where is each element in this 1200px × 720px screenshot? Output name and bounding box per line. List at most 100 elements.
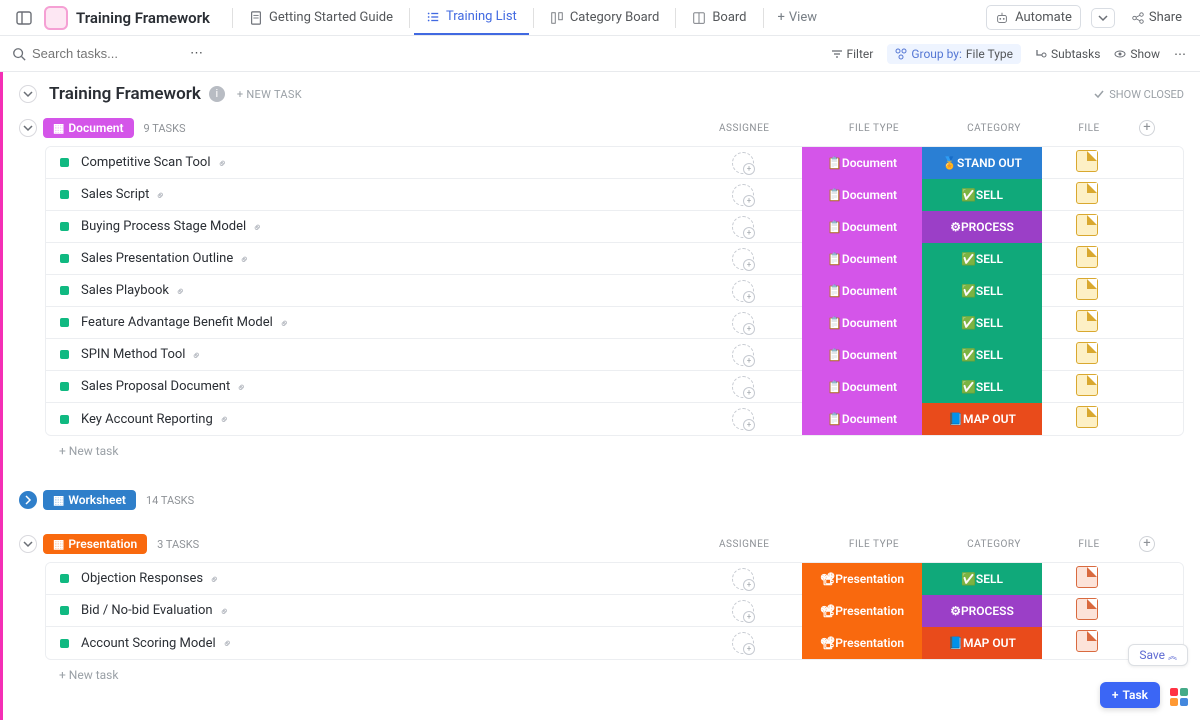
filter-button[interactable]: Filter xyxy=(831,47,874,61)
group-badge[interactable]: ▦Worksheet xyxy=(43,490,136,510)
file-type-pill[interactable]: 📋Document xyxy=(802,371,922,403)
new-task-inline[interactable]: + New task xyxy=(59,660,1184,690)
file-type-pill[interactable]: 📋Document xyxy=(802,307,922,339)
status-icon[interactable] xyxy=(60,382,69,391)
status-icon[interactable] xyxy=(60,286,69,295)
add-view-button[interactable]: + View xyxy=(768,10,828,25)
add-assignee-icon[interactable] xyxy=(732,184,754,206)
status-icon[interactable] xyxy=(60,190,69,199)
file-cell[interactable] xyxy=(1062,182,1112,208)
attachment-icon[interactable]: ⚭ xyxy=(206,570,223,587)
category-pill[interactable]: ✅SELL xyxy=(922,275,1042,307)
assignee-cell[interactable] xyxy=(732,312,754,334)
view-tab-training-list[interactable]: Training List xyxy=(414,0,529,35)
task-name[interactable]: Sales Script xyxy=(81,187,149,202)
task-row[interactable]: SPIN Method Tool ⚭ 📋Document ✅SELL xyxy=(46,339,1183,371)
add-assignee-icon[interactable] xyxy=(732,600,754,622)
add-assignee-icon[interactable] xyxy=(732,632,754,654)
add-assignee-icon[interactable] xyxy=(732,280,754,302)
task-row[interactable]: Bid / No-bid Evaluation ⚭ 📽Presentation … xyxy=(46,595,1183,627)
file-cell[interactable] xyxy=(1062,246,1112,272)
category-pill[interactable]: ✅SELL xyxy=(922,563,1042,595)
add-assignee-icon[interactable] xyxy=(732,408,754,430)
task-row[interactable]: Buying Process Stage Model ⚭ 📋Document ⚙… xyxy=(46,211,1183,243)
task-name[interactable]: Buying Process Stage Model xyxy=(81,219,246,234)
task-row[interactable]: Sales Playbook ⚭ 📋Document ✅SELL xyxy=(46,275,1183,307)
file-cell[interactable] xyxy=(1062,630,1112,656)
file-type-pill[interactable]: 📋Document xyxy=(802,243,922,275)
workspace-icon[interactable] xyxy=(44,6,68,30)
task-row[interactable]: Feature Advantage Benefit Model ⚭ 📋Docum… xyxy=(46,307,1183,339)
file-cell[interactable] xyxy=(1062,310,1112,336)
status-icon[interactable] xyxy=(60,639,69,648)
task-name[interactable]: Competitive Scan Tool xyxy=(81,155,211,170)
attachment-icon[interactable]: ⚭ xyxy=(172,282,189,299)
task-name[interactable]: Feature Advantage Benefit Model xyxy=(81,315,273,330)
search-input[interactable] xyxy=(32,46,172,61)
new-task-inline[interactable]: + New task xyxy=(59,436,1184,466)
group-badge[interactable]: ▦Document xyxy=(43,118,134,138)
show-closed-button[interactable]: SHOW CLOSED xyxy=(1093,88,1184,101)
column-header-category[interactable]: CATEGORY xyxy=(934,123,1054,134)
save-button[interactable]: Save ︽ xyxy=(1128,644,1188,666)
automate-button[interactable]: Automate xyxy=(986,5,1081,30)
category-pill[interactable]: 📘MAP OUT xyxy=(922,403,1042,435)
column-header-filetype[interactable]: FILE TYPE xyxy=(814,539,934,550)
add-assignee-icon[interactable] xyxy=(732,312,754,334)
assignee-cell[interactable] xyxy=(732,248,754,270)
add-assignee-icon[interactable] xyxy=(732,376,754,398)
assignee-cell[interactable] xyxy=(732,216,754,238)
file-type-pill[interactable]: 📋Document xyxy=(802,179,922,211)
status-icon[interactable] xyxy=(60,350,69,359)
share-button[interactable]: Share xyxy=(1125,6,1188,29)
attachment-icon[interactable]: ⚭ xyxy=(213,154,230,171)
task-name[interactable]: Bid / No-bid Evaluation xyxy=(81,603,213,618)
status-icon[interactable] xyxy=(60,318,69,327)
attachment-icon[interactable]: ⚭ xyxy=(188,346,205,363)
category-pill[interactable]: ✅SELL xyxy=(922,179,1042,211)
task-name[interactable]: Objection Responses xyxy=(81,571,203,586)
assignee-cell[interactable] xyxy=(732,344,754,366)
task-row[interactable]: Objection Responses ⚭ 📽Presentation ✅SEL… xyxy=(46,563,1183,595)
status-icon[interactable] xyxy=(60,254,69,263)
group-by-chip[interactable]: Group by: File Type xyxy=(887,44,1021,64)
apps-grid-icon[interactable] xyxy=(1170,688,1188,706)
new-task-fab[interactable]: + Task xyxy=(1100,682,1160,708)
add-assignee-icon[interactable] xyxy=(732,248,754,270)
attachment-icon[interactable]: ⚭ xyxy=(233,378,250,395)
assignee-cell[interactable] xyxy=(732,408,754,430)
add-assignee-icon[interactable] xyxy=(732,216,754,238)
file-cell[interactable] xyxy=(1062,214,1112,240)
column-header-file[interactable]: FILE xyxy=(1059,123,1119,134)
task-row[interactable]: Competitive Scan Tool ⚭ 📋Document 🏅STAND… xyxy=(46,147,1183,179)
assignee-cell[interactable] xyxy=(732,152,754,174)
view-tab-board[interactable]: Board xyxy=(680,0,758,35)
attachment-icon[interactable]: ⚭ xyxy=(152,186,169,203)
automate-chevron[interactable] xyxy=(1091,8,1115,28)
add-assignee-icon[interactable] xyxy=(732,152,754,174)
info-icon[interactable]: i xyxy=(209,86,225,102)
column-header-file[interactable]: FILE xyxy=(1059,539,1119,550)
task-row[interactable]: Sales Script ⚭ 📋Document ✅SELL xyxy=(46,179,1183,211)
list-collapse-button[interactable] xyxy=(19,85,37,103)
category-pill[interactable]: 📘MAP OUT xyxy=(922,627,1042,659)
show-button[interactable]: Show xyxy=(1114,47,1160,61)
attachment-icon[interactable]: ⚭ xyxy=(215,602,232,619)
file-cell[interactable] xyxy=(1062,342,1112,368)
column-header-assignee[interactable]: ASSIGNEE xyxy=(719,123,769,134)
status-icon[interactable] xyxy=(60,415,69,424)
file-cell[interactable] xyxy=(1062,566,1112,592)
task-row[interactable]: Sales Presentation Outline ⚭ 📋Document ✅… xyxy=(46,243,1183,275)
category-pill[interactable]: 🏅STAND OUT xyxy=(922,147,1042,179)
assignee-cell[interactable] xyxy=(732,568,754,590)
group-collapse-button[interactable] xyxy=(19,535,37,553)
group-expand-button[interactable] xyxy=(19,491,37,509)
panel-toggle-icon[interactable] xyxy=(12,6,36,30)
task-name[interactable]: Sales Proposal Document xyxy=(81,379,230,394)
file-cell[interactable] xyxy=(1062,406,1112,432)
file-cell[interactable] xyxy=(1062,374,1112,400)
file-type-pill[interactable]: 📋Document xyxy=(802,403,922,435)
new-task-button[interactable]: + NEW TASK xyxy=(237,88,302,101)
workspace-name[interactable]: Training Framework xyxy=(76,9,210,27)
subtasks-button[interactable]: Subtasks xyxy=(1035,47,1100,61)
